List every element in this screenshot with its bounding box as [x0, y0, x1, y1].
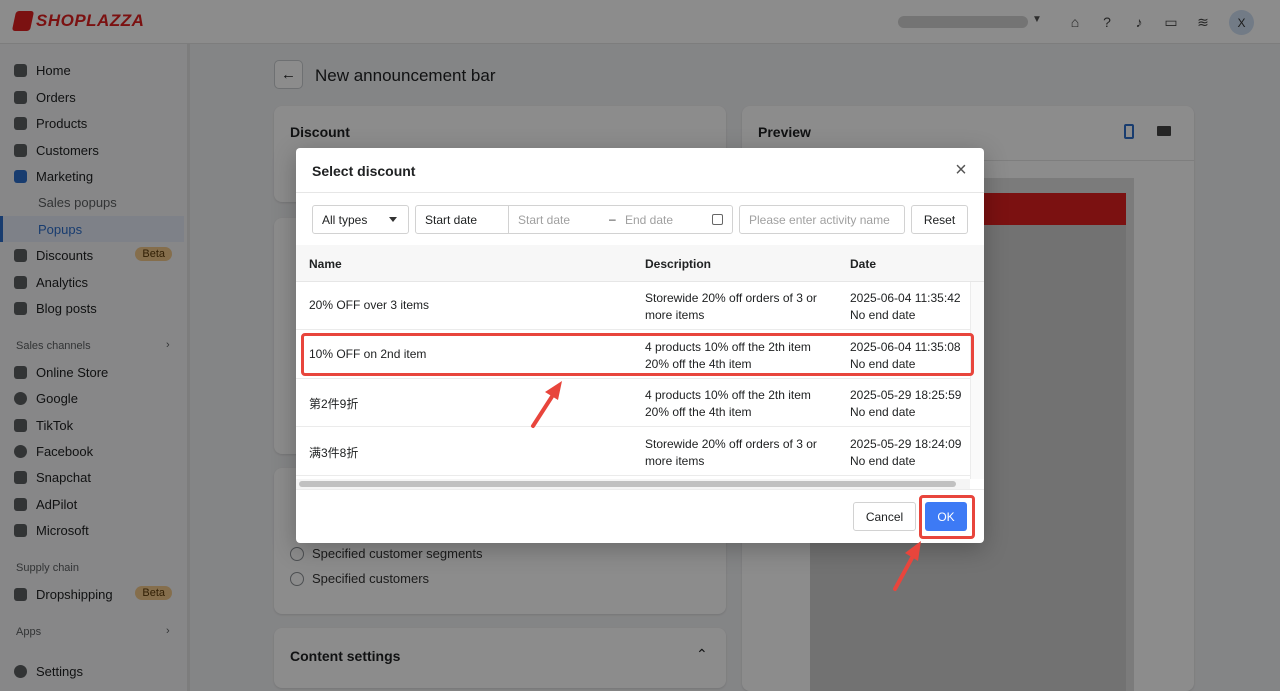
- arrow-to-ok-icon: [893, 541, 921, 591]
- annotation-arrows: [531, 381, 921, 591]
- arrow-to-row-icon: [531, 381, 562, 428]
